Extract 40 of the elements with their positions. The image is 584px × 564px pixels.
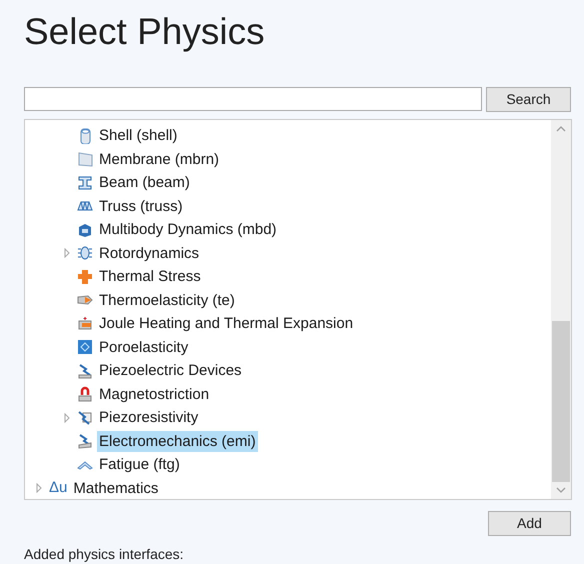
expand-arrow-icon[interactable] (63, 248, 71, 258)
scroll-down-icon[interactable] (556, 487, 566, 494)
scrollbar[interactable] (551, 120, 571, 499)
rotor-icon (77, 245, 93, 262)
search-field[interactable] (24, 87, 482, 111)
tree-item[interactable]: Shell (shell) (97, 125, 180, 146)
lightning-icon (77, 433, 93, 450)
box-icon (77, 222, 93, 238)
beam-icon (77, 174, 93, 191)
tree-item[interactable]: Piezoelectric Devices (97, 360, 244, 382)
expand-arrow-icon[interactable] (35, 483, 43, 494)
tree-item[interactable]: Rotordynamics (97, 242, 202, 264)
page-title: Select Physics (24, 10, 265, 54)
tree-item[interactable]: Membrane (mbrn) (97, 148, 222, 170)
expand-arrow-icon[interactable] (63, 412, 71, 423)
heating-icon (77, 316, 93, 332)
tree-item[interactable]: Thermal Stress (97, 266, 203, 288)
search-button[interactable]: Search (486, 87, 571, 112)
tree-item[interactable]: Joule Heating and Thermal Expansion (97, 313, 356, 334)
tree-item[interactable]: Fatigue (ftg) (97, 454, 182, 476)
tree-item[interactable]: Electromechanics (emi) (97, 430, 258, 452)
resistor-icon (77, 410, 93, 426)
section-heading: Added physics interfaces: (24, 545, 184, 564)
tree-item[interactable]: Beam (beam) (97, 172, 192, 194)
tree-item[interactable]: Thermoelasticity (te) (97, 290, 237, 311)
tree-item[interactable]: Poroelasticity (97, 336, 190, 358)
grid-icon (77, 339, 93, 356)
lightning-icon (77, 362, 93, 379)
scroll-up-icon[interactable] (556, 125, 566, 132)
cross-icon (77, 268, 93, 285)
delta-symbol: Δu (49, 478, 68, 498)
add-button[interactable]: Add (488, 511, 571, 536)
magnet-icon (77, 386, 93, 402)
tree-item[interactable]: Truss (truss) (97, 196, 185, 217)
tree-item[interactable]: Mathematics (71, 478, 160, 499)
tree-item[interactable]: Magnetostriction (97, 384, 212, 405)
tree-item[interactable]: Piezoresistivity (97, 407, 200, 428)
scroll-thumb[interactable] (552, 321, 570, 482)
tree-item[interactable]: Multibody Dynamics (mbd) (97, 219, 279, 240)
sheet-icon (77, 151, 93, 168)
